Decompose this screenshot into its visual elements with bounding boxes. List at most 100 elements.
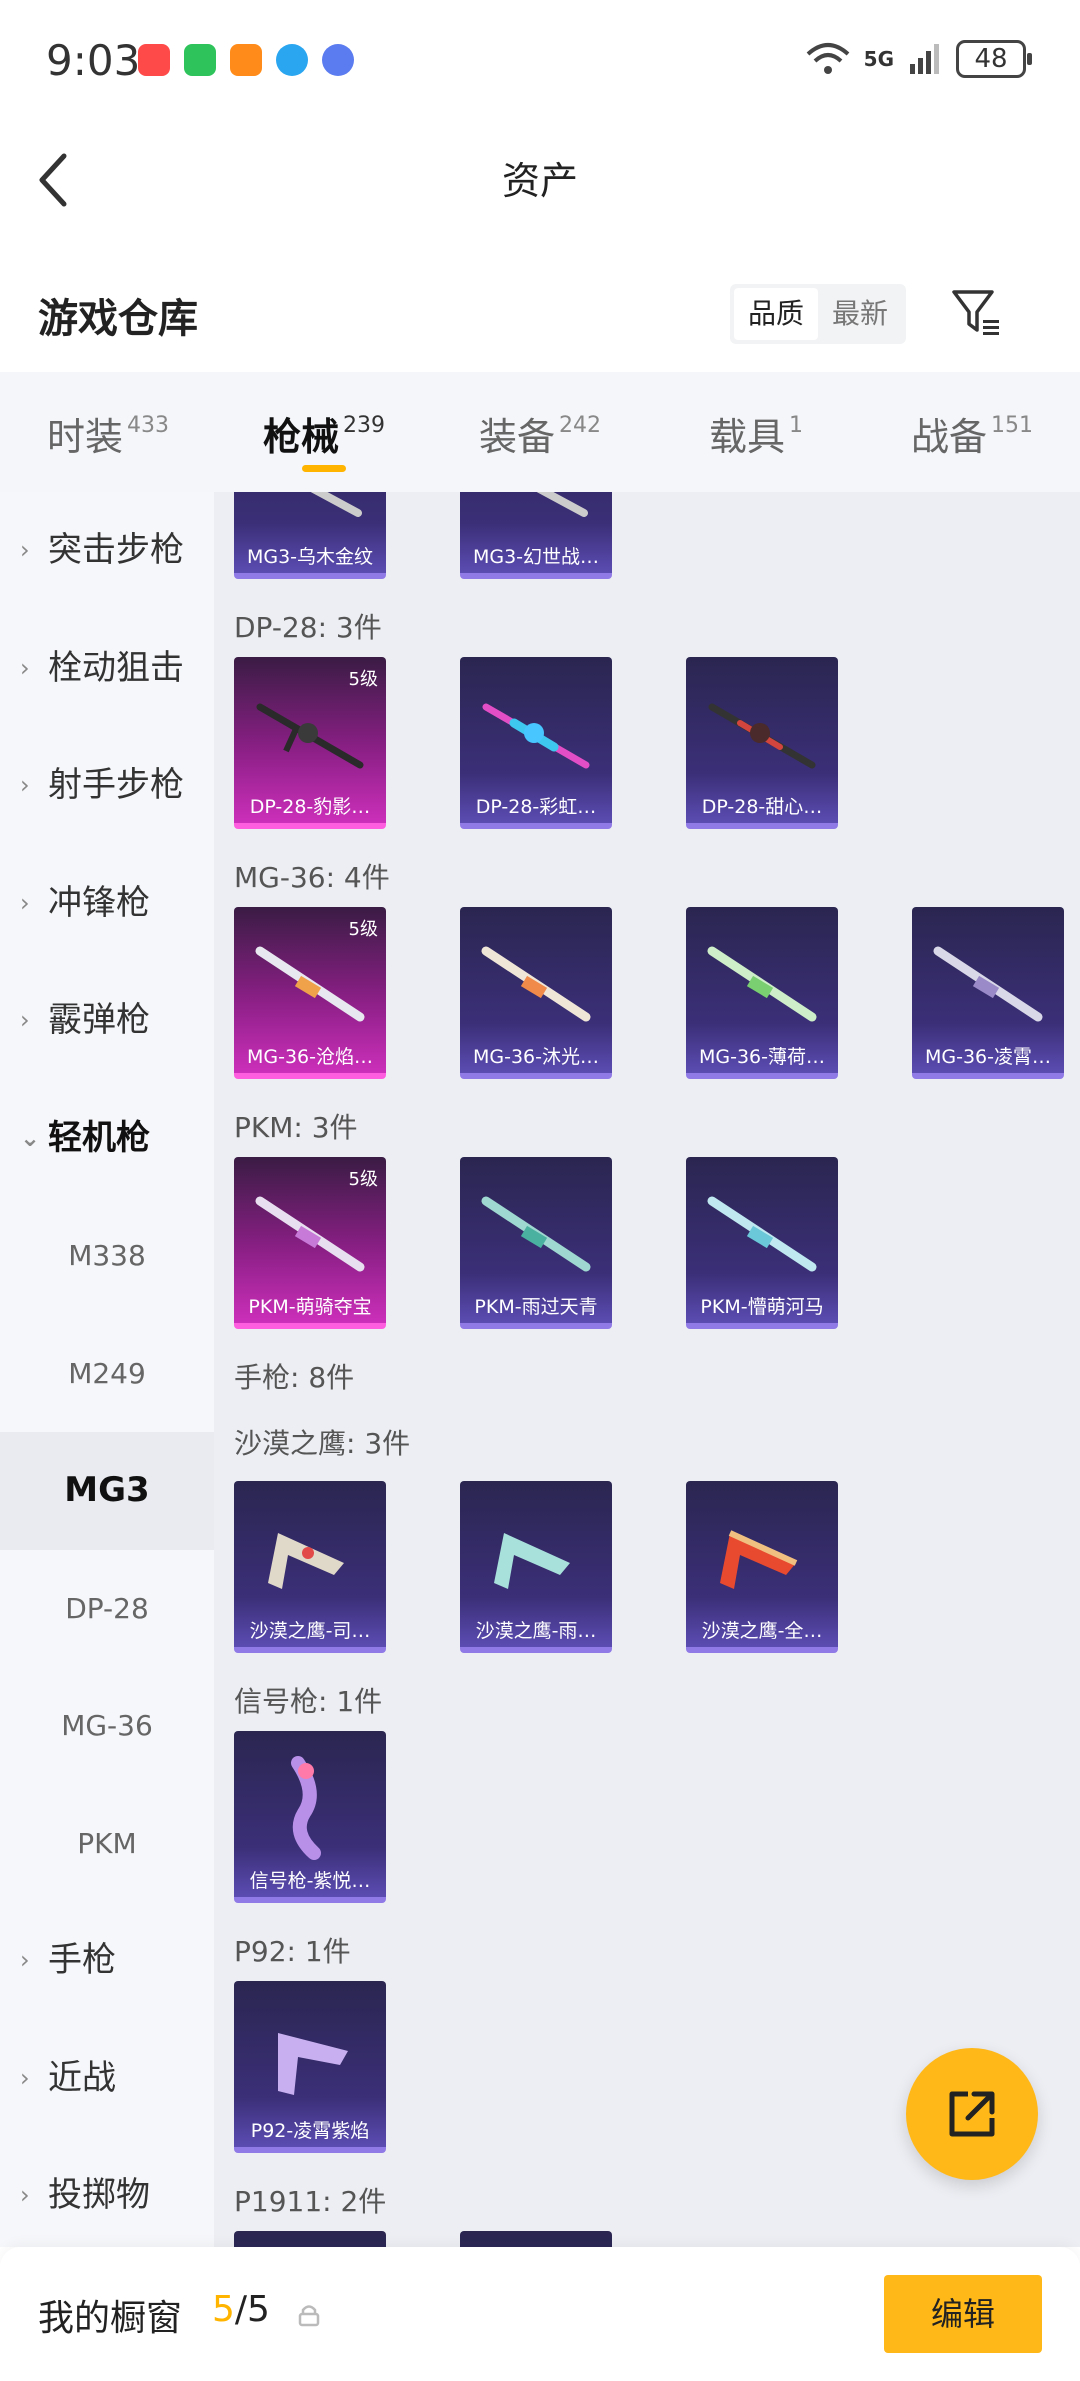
chevron-right-icon: › (20, 653, 30, 682)
card-row-flare-gun: 信号枪-紫悦… (214, 1731, 1080, 1923)
card-row-desert-eagle: 沙漠之鹰-司… 沙漠之鹰-雨… 沙漠之鹰-全… (214, 1481, 1080, 1673)
sidebar-item-label: 栓动狙击 (48, 647, 184, 688)
edit-button[interactable]: 编辑 (884, 2275, 1042, 2353)
sidebar-item-melee[interactable]: › 近战 (0, 2020, 214, 2138)
tab-label: 战备 (910, 415, 987, 459)
sidebar-item-marksman-rifle[interactable]: › 射手步枪 (0, 727, 214, 845)
tab-count: 239 (343, 413, 385, 438)
card-row-dp28: 5级 DP-28-豹影… DP-28-彩虹… DP-28-甜心… (214, 657, 1080, 849)
chevron-right-icon: › (20, 2063, 30, 2092)
sidebar-item-throwable[interactable]: › 投掷物 (0, 2137, 214, 2247)
showcase-count-total: /5 (234, 2289, 270, 2330)
sidebar-subitem-dp28[interactable]: DP-28 (0, 1550, 214, 1668)
item-grid-scroll: MG3-乌木金纹 MG3-幻世战… DP-28: 3件 5级 DP-28-豹影… … (214, 492, 1080, 2247)
weapon-icon (481, 1196, 591, 1272)
group-label-pkm: PKM: 3件 (234, 1111, 358, 1144)
weapon-icon (536, 492, 588, 517)
sidebar-subitem-mg36[interactable]: MG-36 (0, 1667, 214, 1785)
tab-supplies[interactable]: 战备 151 (864, 372, 1080, 492)
chevron-right-icon: › (20, 1946, 30, 1974)
sidebar-item-assault-rifle[interactable]: › 突击步枪 (0, 492, 214, 610)
warehouse-title: 游戏仓库 (38, 296, 198, 342)
sort-quality-button[interactable]: 品质 (734, 288, 818, 340)
card-row-pkm: 5级 PKM-萌骑夺宝 PKM-雨过天青 PKM-懵萌河马 (214, 1157, 1080, 1349)
item-name: DP-28-豹影… (249, 796, 371, 818)
sidebar-item-smg[interactable]: › 冲锋枪 (0, 845, 214, 963)
item-name: PKM-懵萌河马 (700, 1296, 824, 1318)
weapon-category-sidebar: › 突击步枪 › 栓动狙击 › 射手步枪 › 冲锋枪 › 霰弹枪 ⌄ 轻机枪 M338 M2… (0, 492, 214, 2247)
weapon-icon (707, 1196, 817, 1272)
group-label-desert-eagle: 沙漠之鹰: 3件 (234, 1427, 411, 1460)
network-label: 5G (863, 47, 894, 71)
wechat-icon (184, 44, 216, 76)
group-label-p1911: P1911: 2件 (234, 2185, 387, 2218)
item-card[interactable]: 沙漠之鹰-司… (234, 1481, 386, 1653)
chevron-right-icon: › (20, 536, 30, 564)
sidebar-item-bolt-sniper[interactable]: › 栓动狙击 (0, 610, 214, 728)
sidebar-subitem-pkm[interactable]: PKM (0, 1785, 214, 1903)
sidebar-subitem-m249[interactable]: M249 (0, 1315, 214, 1433)
category-tabs: 时装 433 枪械 239 装备 242 载具 1 战备 151 (0, 372, 1080, 492)
active-tab-indicator (302, 465, 346, 472)
tab-firearms[interactable]: 枪械 239 (216, 372, 432, 492)
item-card[interactable]: PKM-懵萌河马 (686, 1157, 838, 1329)
item-name: DP-28-甜心… (701, 796, 823, 818)
item-card[interactable]: P92-凌霄紫焰 (234, 1981, 386, 2153)
sidebar-item-lmg[interactable]: ⌄ 轻机枪 (0, 1080, 214, 1198)
sort-toggle: 品质 最新 (730, 284, 906, 344)
sidebar-item-label: 近战 (48, 2057, 116, 2098)
item-name: MG-36-沧焰… (246, 1046, 373, 1068)
item-card[interactable]: DP-28-甜心… (686, 657, 838, 829)
weapon-icon (933, 946, 1043, 1022)
item-card[interactable] (234, 2231, 386, 2247)
sidebar-item-label: 投掷物 (48, 2175, 150, 2215)
shopping-app-icon (138, 44, 170, 76)
item-card[interactable]: MG-36-薄荷… (686, 907, 838, 1079)
item-card[interactable]: MG3-乌木金纹 (234, 492, 386, 579)
item-card[interactable]: 5级 MG-36-沧焰… (234, 907, 386, 1079)
pistol-icon (268, 1533, 344, 1589)
browser-icon (276, 44, 308, 76)
sidebar-item-label: 突击步枪 (48, 530, 184, 570)
item-name: PKM-雨过天青 (474, 1296, 598, 1318)
tab-label: 枪械 (262, 415, 339, 459)
item-card[interactable]: 5级 DP-28-豹影… (234, 657, 386, 829)
card-row-mg36: 5级 MG-36-沧焰… MG-36-沐光… MG-36-薄荷… MG-36-凌霄… (214, 907, 1080, 1099)
chevron-down-icon: ⌄ (20, 1123, 41, 1152)
notification-icons (138, 44, 354, 76)
item-card[interactable]: MG3-幻世战… (460, 492, 612, 579)
item-card[interactable] (460, 2231, 612, 2247)
music-icon (322, 44, 354, 76)
item-grid-area[interactable]: MG3-乌木金纹 MG3-幻世战… DP-28: 3件 5级 DP-28-豹影… … (214, 492, 1080, 2247)
group-label-dp28: DP-28: 3件 (234, 611, 382, 644)
item-card[interactable]: MG-36-沐光… (460, 907, 612, 1079)
weapon-icon (707, 946, 817, 1022)
pistol-icon (720, 1530, 798, 1589)
share-fab-button[interactable] (906, 2048, 1038, 2180)
item-card[interactable]: DP-28-彩虹… (460, 657, 612, 829)
item-card[interactable]: PKM-雨过天青 (460, 1157, 612, 1329)
item-card[interactable]: 5级 PKM-萌骑夺宝 (234, 1157, 386, 1329)
item-card[interactable]: 沙漠之鹰-雨… (460, 1481, 612, 1653)
item-name: MG-36-薄荷… (698, 1046, 825, 1068)
card-row-p1911 (214, 2231, 1080, 2247)
item-card[interactable]: 信号枪-紫悦… (234, 1731, 386, 1903)
sidebar-subitem-m338[interactable]: M338 (0, 1197, 214, 1315)
warehouse-header: 游戏仓库 品质 最新 (0, 262, 1080, 372)
tab-vehicles[interactable]: 载具 1 (648, 372, 864, 492)
sidebar-item-pistol[interactable]: › 手枪 (0, 1902, 214, 2020)
sidebar-item-label: 轻机枪 (48, 1117, 150, 1158)
item-card[interactable]: 沙漠之鹰-全… (686, 1481, 838, 1653)
app-root: 9:03 5G 48 资产 游戏仓库 品质 最新 时装 433 枪械 239 装备 2 (0, 0, 1080, 2381)
pistol-icon (494, 1533, 570, 1589)
tab-outfits[interactable]: 时装 433 (0, 372, 216, 492)
weapon-icon (481, 946, 591, 1022)
filter-icon[interactable] (950, 286, 1002, 338)
item-card[interactable]: MG-36-凌霄… (912, 907, 1064, 1079)
tab-equipment[interactable]: 装备 242 (432, 372, 648, 492)
sidebar-subitem-mg3[interactable]: MG3 (0, 1432, 214, 1550)
weapon-icon (708, 703, 816, 769)
card-row-mg3: MG3-乌木金纹 MG3-幻世战… (214, 492, 1080, 599)
sidebar-item-shotgun[interactable]: › 霰弹枪 (0, 962, 214, 1080)
sort-newest-button[interactable]: 最新 (818, 288, 902, 340)
